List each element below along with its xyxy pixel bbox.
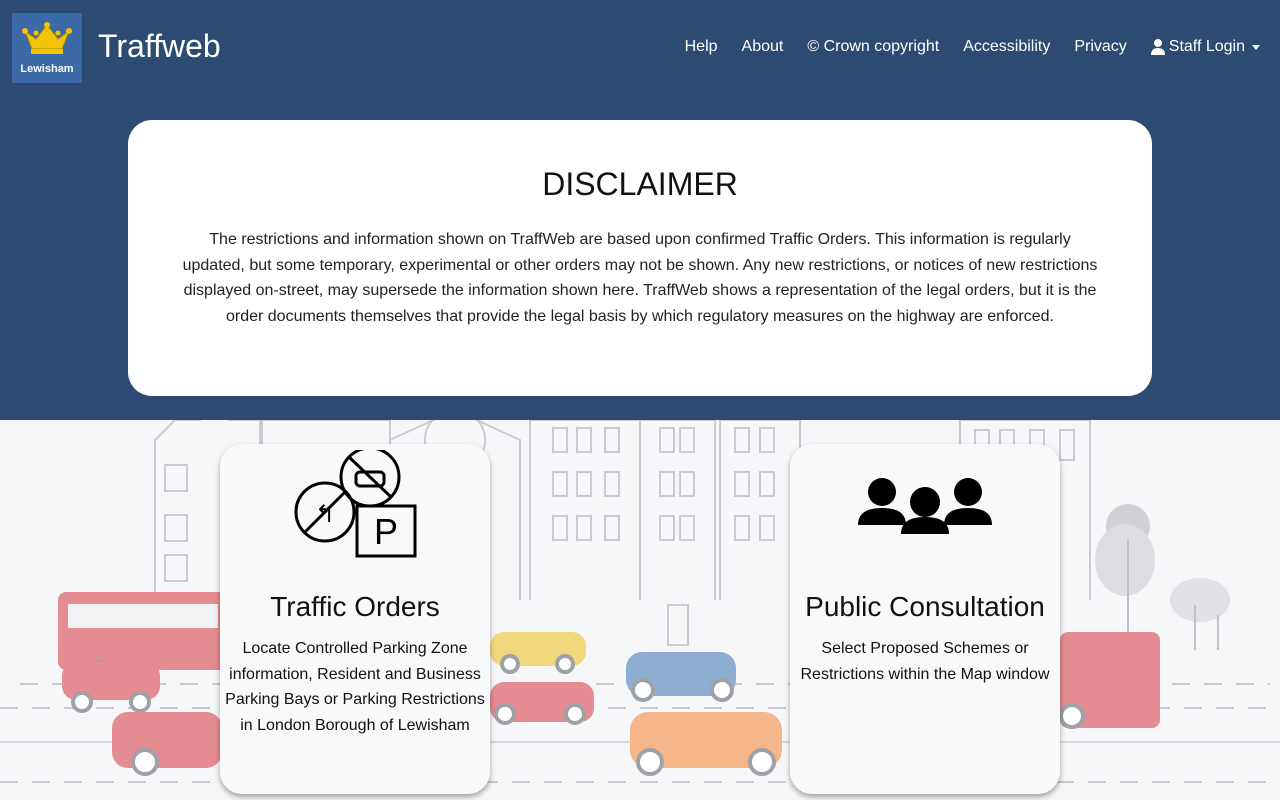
crown-icon [22,22,72,54]
traffic-orders-card[interactable]: P ↰ Traffic Orders Locate Controlled Par… [220,444,490,794]
traffic-orders-title: Traffic Orders [270,591,440,622]
staff-login-label: Staff Login [1168,38,1245,55]
public-consultation-title: Public Consultation [805,591,1045,622]
caret-down-icon [1252,44,1260,50]
nav-accessibility[interactable]: Accessibility [963,38,1050,56]
disclaimer-text: The restrictions and information shown o… [182,231,1098,325]
disclaimer-title: DISCLAIMER [542,166,738,202]
staff-login-dropdown[interactable]: Staff Login [1150,38,1260,56]
svg-text:↰: ↰ [315,501,335,528]
public-consultation-text: Select Proposed Schemes or Restrictions … [800,640,1050,683]
disclaimer-panel: DISCLAIMER The restrictions and informat… [128,120,1152,396]
nav-privacy[interactable]: Privacy [1074,38,1126,56]
group-icon [858,478,992,534]
logo-label: Lewisham [20,63,74,75]
brand-title[interactable]: Traffweb [98,28,221,65]
nav-crown-copyright[interactable]: © Crown copyright [807,38,939,56]
svg-text:P: P [374,511,398,552]
nav-about[interactable]: About [742,38,784,56]
traffic-signs-icon: P ↰ [294,450,417,558]
street-illustration [0,420,1280,783]
nav-help[interactable]: Help [685,38,718,56]
top-nav: Help About © Crown copyright Accessibili… [685,38,1260,56]
public-consultation-card[interactable]: Public Consultation Select Proposed Sche… [790,444,1060,794]
lewisham-logo[interactable]: Lewisham [12,13,82,83]
user-icon [1150,39,1165,55]
traffic-orders-text: Locate Controlled Parking Zone informati… [225,640,485,734]
